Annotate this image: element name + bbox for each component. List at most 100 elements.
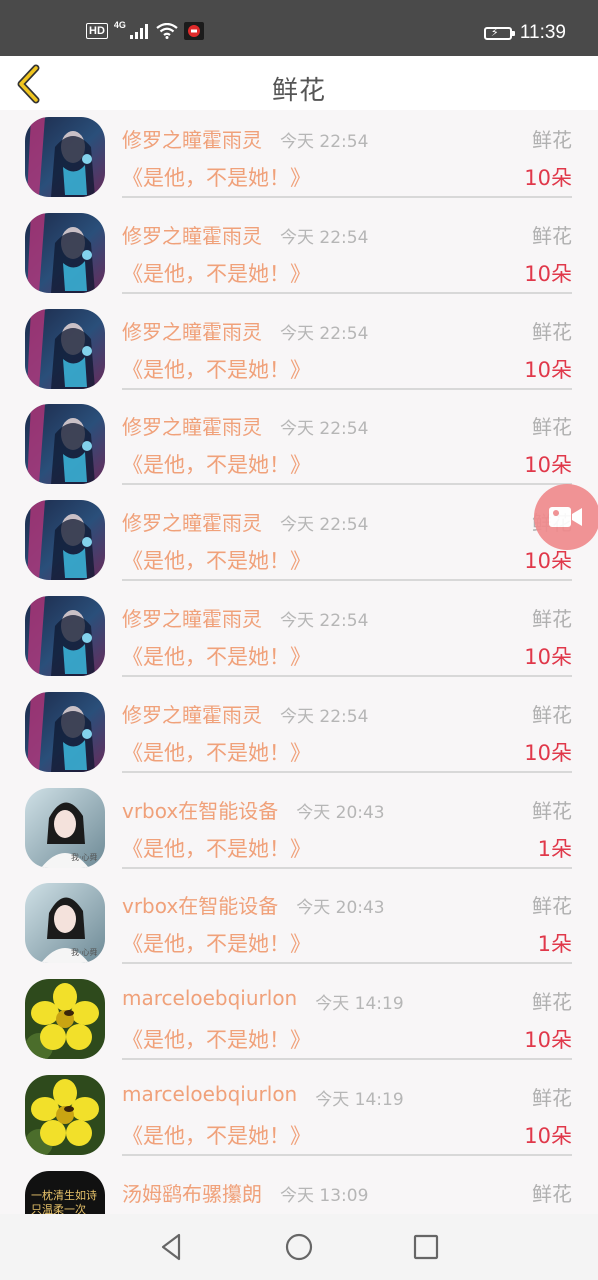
sender-name[interactable]: vrbox在智能设备: [122, 890, 278, 919]
post-title[interactable]: 《是他，不是她！》: [122, 1120, 311, 1150]
row-divider: [122, 1058, 572, 1061]
avatar-caption: 只温柔一次: [31, 1202, 86, 1214]
list-item[interactable]: 修罗之瞳霍雨灵今天 22:54鲜花《是他，不是她！》10朵: [0, 493, 598, 589]
sender-name[interactable]: 修罗之瞳霍雨灵: [122, 507, 262, 536]
wifi-icon: [156, 23, 178, 39]
avatar[interactable]: 我·心舜: [25, 787, 105, 868]
list-item[interactable]: 修罗之瞳霍雨灵今天 22:54鲜花《是他，不是她！》10朵: [0, 206, 598, 302]
app-header: 鲜花: [0, 56, 598, 110]
row-divider: [122, 962, 572, 965]
post-title[interactable]: 《是他，不是她！》: [122, 928, 311, 958]
avatar[interactable]: 一枕清生如诗 只温柔一次: [25, 1170, 105, 1214]
home-circle-icon: [285, 1233, 313, 1261]
gift-count: 10朵: [524, 1028, 572, 1053]
sender-name[interactable]: marceloebqiurlon: [122, 986, 297, 1010]
gift-type-label: 鲜花: [532, 415, 572, 440]
sender-name[interactable]: 修罗之瞳霍雨灵: [122, 603, 262, 632]
gift-list[interactable]: 修罗之瞳霍雨灵 今天 22:54 鲜花 《是他，不是她！》 10朵 修罗之瞳霍雨灵 今天 2…: [0, 110, 598, 1214]
row-divider: [122, 196, 572, 198]
gift-type-label: 鲜花: [532, 702, 572, 727]
list-item[interactable]: 我·心舜 vrbox在智能设备 今天 20:43 鲜花 《是他，不是她！》 1朵: [0, 781, 598, 877]
gift-time: 今天 22:54: [280, 515, 369, 536]
avatar[interactable]: [25, 308, 105, 389]
gift-type-label: 鲜花: [532, 990, 572, 1015]
row-divider: [122, 1154, 572, 1156]
post-title[interactable]: 《是他，不是她！》: [122, 833, 311, 863]
avatar[interactable]: [25, 1075, 105, 1155]
signal-icon: [129, 24, 148, 39]
list-item[interactable]: 我·心舜 vrbox在智能设备 今天 20:43 鲜花《是他，不是她！》 1朵: [0, 876, 598, 972]
post-title[interactable]: 《是他，不是她！》: [122, 354, 311, 384]
recents-square-icon: [413, 1234, 439, 1260]
sender-name[interactable]: 修罗之瞳霍雨灵: [122, 411, 262, 440]
gift-time: 今天 22:54: [280, 706, 369, 727]
sender-name[interactable]: 修罗之瞳霍雨灵: [122, 699, 262, 728]
list-item[interactable]: 修罗之瞳霍雨灵今天 22:54鲜花《是他，不是她！》10朵: [0, 302, 598, 398]
gift-count: 10朵: [524, 166, 572, 190]
post-title[interactable]: 《是他，不是她！》: [122, 545, 311, 575]
post-title[interactable]: 《是他，不是她！》: [122, 1024, 311, 1054]
avatar[interactable]: [25, 404, 105, 485]
gift-time: 今天 22:54: [280, 227, 369, 248]
list-item[interactable]: 修罗之瞳霍雨灵今天 22:54 鲜花《是他，不是她！》 10朵: [0, 685, 598, 781]
avatar[interactable]: [25, 212, 105, 293]
post-title[interactable]: 《是他，不是她！》: [122, 258, 311, 288]
nav-home-button[interactable]: [282, 1230, 316, 1264]
row-divider: [122, 579, 572, 582]
avatar[interactable]: [25, 500, 105, 581]
sender-name[interactable]: vrbox在智能设备: [122, 795, 278, 824]
gift-type-label: 鲜花: [532, 1086, 572, 1110]
sender-name[interactable]: 修罗之瞳霍雨灵: [122, 316, 262, 345]
nav-recents-button[interactable]: [409, 1230, 443, 1264]
sender-name[interactable]: 修罗之瞳霍雨灵: [122, 124, 262, 153]
gift-time: 今天 22:54: [280, 323, 369, 344]
row-divider: [122, 291, 572, 294]
nav-back-button[interactable]: [155, 1230, 189, 1264]
gift-count: 10朵: [524, 645, 572, 669]
gift-type-label: 鲜花: [532, 607, 572, 631]
gift-count: 10朵: [524, 740, 572, 765]
gift-time: 今天 20:43: [296, 898, 385, 919]
post-title[interactable]: 《是他，不是她！》: [122, 641, 311, 671]
gift-type-label: 鲜花: [532, 128, 572, 152]
list-item[interactable]: 修罗之瞳霍雨灵今天 22:54 鲜花《是他，不是她！》 10朵: [0, 110, 598, 206]
gift-count: 1朵: [537, 932, 572, 957]
network-type-label: 4G: [113, 20, 126, 30]
post-title[interactable]: 《是他，不是她！》: [122, 449, 311, 479]
gift-time: 今天 22:54: [280, 132, 369, 152]
clock: 11:39: [519, 22, 566, 43]
sender-name[interactable]: 汤姆鹞布骡攥朗: [122, 1178, 262, 1207]
post-title[interactable]: 《是他，不是她！》: [122, 737, 311, 767]
avatar[interactable]: 我·心舜: [25, 883, 105, 964]
post-title[interactable]: 《是他，不是她！》: [122, 162, 311, 192]
svg-text:我·心舜: 我·心舜: [71, 852, 98, 862]
list-item[interactable]: marceloebqiurlon 今天 14:19 鲜花 《是他，不是她！》 10朵: [0, 972, 598, 1068]
row-divider: [122, 770, 572, 773]
list-item[interactable]: marceloebqiurlon 今天 14:19 鲜花《是他，不是她！》 10朵: [0, 1068, 598, 1164]
avatar[interactable]: [25, 979, 105, 1060]
list-item[interactable]: 修罗之瞳霍雨灵今天 22:54 鲜花《是他，不是她！》 10朵: [0, 397, 598, 493]
sender-name[interactable]: marceloebqiurlon: [122, 1082, 297, 1106]
gift-time: 今天 14:19: [315, 1090, 404, 1110]
status-right: ⚡ 11:39: [483, 20, 566, 46]
avatar[interactable]: [25, 691, 105, 772]
svg-text:我·心舜: 我·心舜: [71, 947, 98, 957]
gift-type-label: 鲜花: [532, 894, 572, 919]
sender-name[interactable]: 修罗之瞳霍雨灵: [122, 220, 262, 249]
battery-charging-icon: ⚡: [483, 26, 515, 40]
avatar[interactable]: [25, 117, 105, 197]
gift-type-label: 鲜花: [532, 798, 572, 823]
floating-video-button[interactable]: [534, 484, 598, 550]
page-title: 鲜花: [271, 76, 326, 106]
list-item[interactable]: 修罗之瞳霍雨灵今天 22:54鲜花《是他，不是她！》10朵: [0, 589, 598, 685]
back-triangle-icon: [161, 1233, 181, 1261]
gift-type-label: 鲜花: [532, 223, 572, 248]
gift-time: 今天 13:09: [280, 1185, 369, 1206]
list-item[interactable]: 一枕清生如诗 只温柔一次 汤姆鹞布骡攥朗 今天 13:09 鲜花: [0, 1164, 598, 1214]
avatar[interactable]: [25, 596, 105, 676]
video-camera-icon: [549, 507, 582, 527]
gift-time: 今天 22:54: [280, 419, 369, 440]
gift-count: 10朵: [524, 453, 572, 478]
row-divider: [122, 866, 572, 869]
gift-count: 10朵: [524, 1124, 572, 1148]
